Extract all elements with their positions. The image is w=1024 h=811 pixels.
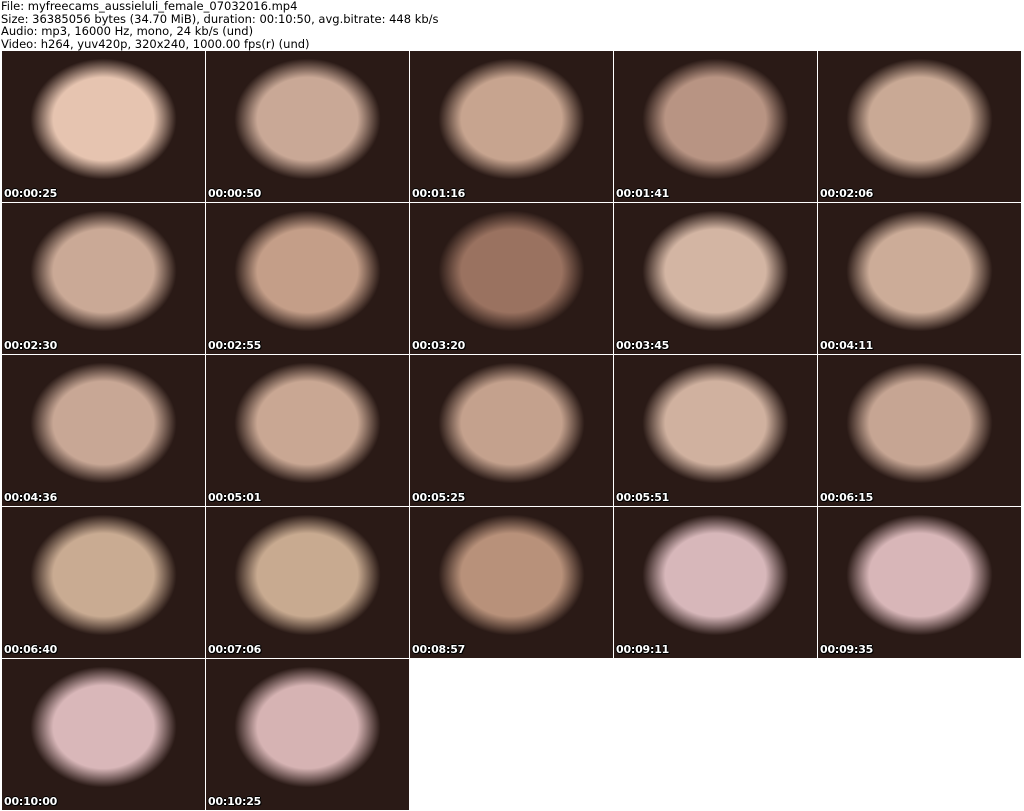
timestamp-label: 00:04:36	[4, 491, 58, 504]
video-thumbnail[interactable]: 00:02:06	[818, 51, 1021, 202]
thumbnail-grid: 00:00:25 00:00:50 00:01:16 00:01:41 00:02:06…	[2, 51, 1021, 810]
video-thumbnail[interactable]: 00:10:00	[2, 659, 205, 810]
timestamp-label: 00:09:35	[820, 643, 874, 656]
video-thumbnail[interactable]: 00:04:11	[818, 203, 1021, 354]
timestamp-label: 00:00:50	[208, 187, 262, 200]
timestamp-label: 00:03:45	[616, 339, 670, 352]
timestamp-label: 00:06:40	[4, 643, 58, 656]
video-thumbnail[interactable]: 00:07:06	[206, 507, 409, 658]
video-thumbnail[interactable]: 00:05:01	[206, 355, 409, 506]
video-thumbnail[interactable]: 00:02:30	[2, 203, 205, 354]
video-thumbnail[interactable]: 00:03:20	[410, 203, 613, 354]
timestamp-label: 00:00:25	[4, 187, 58, 200]
file-info: File: myfreecams_aussieluli_female_07032…	[1, 0, 439, 50]
video-thumbnail[interactable]: 00:01:16	[410, 51, 613, 202]
timestamp-label: 00:05:01	[208, 491, 262, 504]
video-thumbnail[interactable]: 00:09:11	[614, 507, 817, 658]
file-name: File: myfreecams_aussieluli_female_07032…	[1, 0, 298, 13]
video-thumbnail[interactable]: 00:04:36	[2, 355, 205, 506]
video-info: Video: h264, yuv420p, 320x240, 1000.00 f…	[1, 36, 310, 51]
timestamp-label: 00:08:57	[412, 643, 466, 656]
video-thumbnail[interactable]: 00:03:45	[614, 203, 817, 354]
video-thumbnail[interactable]: 00:00:25	[2, 51, 205, 202]
timestamp-label: 00:07:06	[208, 643, 262, 656]
video-thumbnail[interactable]: 00:00:50	[206, 51, 409, 202]
video-thumbnail[interactable]: 00:10:25	[206, 659, 409, 810]
timestamp-label: 00:02:30	[4, 339, 58, 352]
timestamp-label: 00:05:25	[412, 491, 466, 504]
timestamp-label: 00:03:20	[412, 339, 466, 352]
timestamp-label: 00:10:25	[208, 795, 262, 808]
video-thumbnail[interactable]: 00:02:55	[206, 203, 409, 354]
timestamp-label: 00:06:15	[820, 491, 874, 504]
timestamp-label: 00:10:00	[4, 795, 58, 808]
video-thumbnail[interactable]: 00:05:25	[410, 355, 613, 506]
audio-info: Audio: mp3, 16000 Hz, mono, 24 kb/s (und…	[1, 24, 254, 38]
timestamp-label: 00:01:16	[412, 187, 466, 200]
video-thumbnail[interactable]: 00:09:35	[818, 507, 1021, 658]
timestamp-label: 00:01:41	[616, 187, 670, 200]
timestamp-label: 00:05:51	[616, 491, 670, 504]
video-thumbnail[interactable]: 00:06:40	[2, 507, 205, 658]
video-thumbnail[interactable]: 00:05:51	[614, 355, 817, 506]
timestamp-label: 00:02:06	[820, 187, 874, 200]
timestamp-label: 00:02:55	[208, 339, 262, 352]
timestamp-label: 00:04:11	[820, 339, 874, 352]
video-thumbnail[interactable]: 00:01:41	[614, 51, 817, 202]
video-thumbnail[interactable]: 00:08:57	[410, 507, 613, 658]
video-thumbnail[interactable]: 00:06:15	[818, 355, 1021, 506]
timestamp-label: 00:09:11	[616, 643, 670, 656]
